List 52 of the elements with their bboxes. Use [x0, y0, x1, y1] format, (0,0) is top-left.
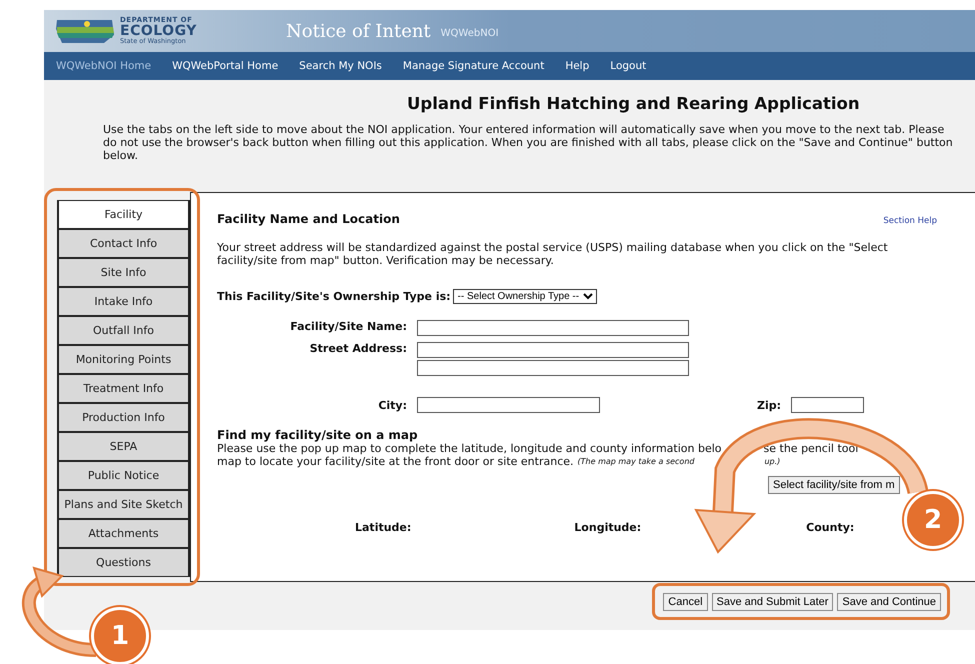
input-field[interactable] — [791, 397, 864, 413]
side-tab[interactable]: Production Info — [57, 403, 190, 432]
side-tab[interactable]: Intake Info — [57, 287, 190, 316]
select-from-map-button[interactable]: Select facility/site from m — [768, 476, 900, 494]
side-tab[interactable]: Plans and Site Sketch — [57, 490, 190, 519]
step-number-badge: 1 — [91, 607, 149, 664]
field-label: Zip: — [757, 398, 782, 412]
input-field[interactable] — [417, 320, 689, 336]
section-title: Facility Name and Location — [217, 212, 400, 226]
side-tab[interactable]: Facility — [57, 200, 190, 229]
action-button[interactable]: Cancel — [663, 593, 708, 611]
field-label: This Facility/Site's Ownership Type is: — [217, 290, 451, 303]
coordinate-label: County: — [806, 521, 854, 534]
logo-icon — [54, 17, 116, 45]
nav-link[interactable]: Search My NOIs — [299, 60, 382, 72]
side-tab[interactable]: Outfall Info — [57, 316, 190, 345]
nav-link[interactable]: WQWebPortal Home — [172, 60, 278, 72]
action-button[interactable]: Save and Continue — [837, 593, 941, 611]
app-title: Notice of Intent — [286, 20, 431, 42]
coordinate-label: Latitude: — [355, 521, 412, 534]
map-instructions-text: Please use the pop up map to complete the latitude, longitude and county information belo — [217, 442, 722, 455]
map-note-text: up.) — [764, 456, 780, 468]
side-tab[interactable]: Questions — [57, 548, 190, 577]
side-tab[interactable]: SEPA — [57, 432, 190, 461]
app-subtitle: WQWebNOI — [440, 28, 499, 38]
field-label: Street Address: — [308, 342, 407, 355]
input-field[interactable] — [417, 342, 689, 358]
logo-title: ECOLOGY — [120, 24, 197, 38]
nav-link[interactable]: WQWebNOI Home — [56, 60, 152, 72]
side-tab[interactable]: Attachments — [57, 519, 190, 548]
map-section-title: Find my facility/site on a map — [217, 428, 419, 442]
side-tab[interactable]: Treatment Info — [57, 374, 190, 403]
side-tab[interactable]: Monitoring Points — [57, 345, 190, 374]
instructions-text: Use the tabs on the left side to move about the NOI application. Your entered information will automatically save when you move to the next tab. Please do not use the browser's back button when filling out this application. When you are finished with all tabs, please click on the "Save and Continue" button below. — [103, 123, 954, 162]
nav-link[interactable]: Help — [565, 60, 590, 72]
input-field[interactable] — [417, 397, 600, 413]
coordinate-label: Longitude: — [574, 521, 642, 534]
nav-link[interactable]: Manage Signature Account — [402, 60, 544, 72]
nav-link[interactable]: Logout — [610, 60, 646, 72]
map-instructions-text: map to locate your facility/site at the front door or site entrance. — [217, 455, 574, 468]
description-text: Your street address will be standardized against the postal service (USPS) mailing database when you click on the "Select facility/site from map" button. Verification may be necessary. — [217, 241, 889, 267]
side-tab[interactable]: Site Info — [57, 258, 190, 287]
field-label: Facility/Site Name: — [289, 320, 407, 333]
side-tab[interactable]: Public Notice — [57, 461, 190, 490]
page-title: Upland Finfish Hatching and Rearing Application — [407, 94, 861, 113]
ownership-select[interactable]: -- Select Ownership Type -- — [452, 289, 597, 304]
action-button[interactable]: Save and Submit Later — [712, 593, 834, 611]
input-field[interactable] — [417, 360, 689, 376]
field-label: City: — [377, 398, 407, 412]
side-tab[interactable]: Contact Info — [57, 229, 190, 258]
section-help-link[interactable]: Section Help — [883, 216, 937, 226]
map-note-text: (The map may take a second — [578, 456, 694, 468]
